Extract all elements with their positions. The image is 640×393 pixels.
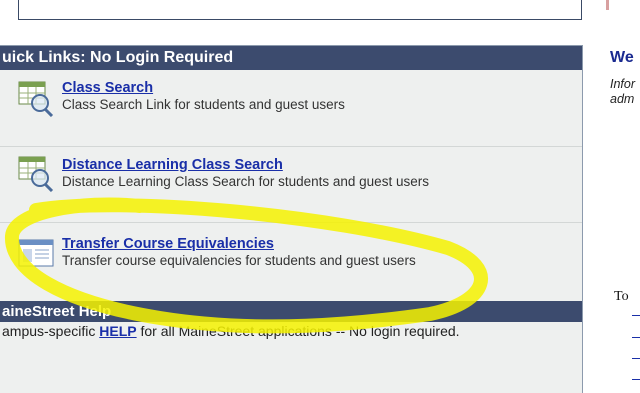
to-label: To — [614, 289, 629, 304]
highlighter-annotation — [5, 197, 488, 334]
info-line-2: adm — [610, 92, 635, 106]
right-top-fragment — [606, 0, 609, 10]
right-link-1[interactable] — [632, 314, 640, 316]
right-column: We Infor adm To — [606, 0, 640, 393]
info-text: Infor adm — [610, 77, 635, 107]
right-link-2[interactable] — [632, 336, 640, 338]
right-link-4[interactable] — [632, 378, 640, 380]
welcome-heading: We — [610, 49, 634, 66]
info-line-1: Infor — [610, 77, 636, 91]
right-link-3[interactable] — [632, 357, 640, 359]
